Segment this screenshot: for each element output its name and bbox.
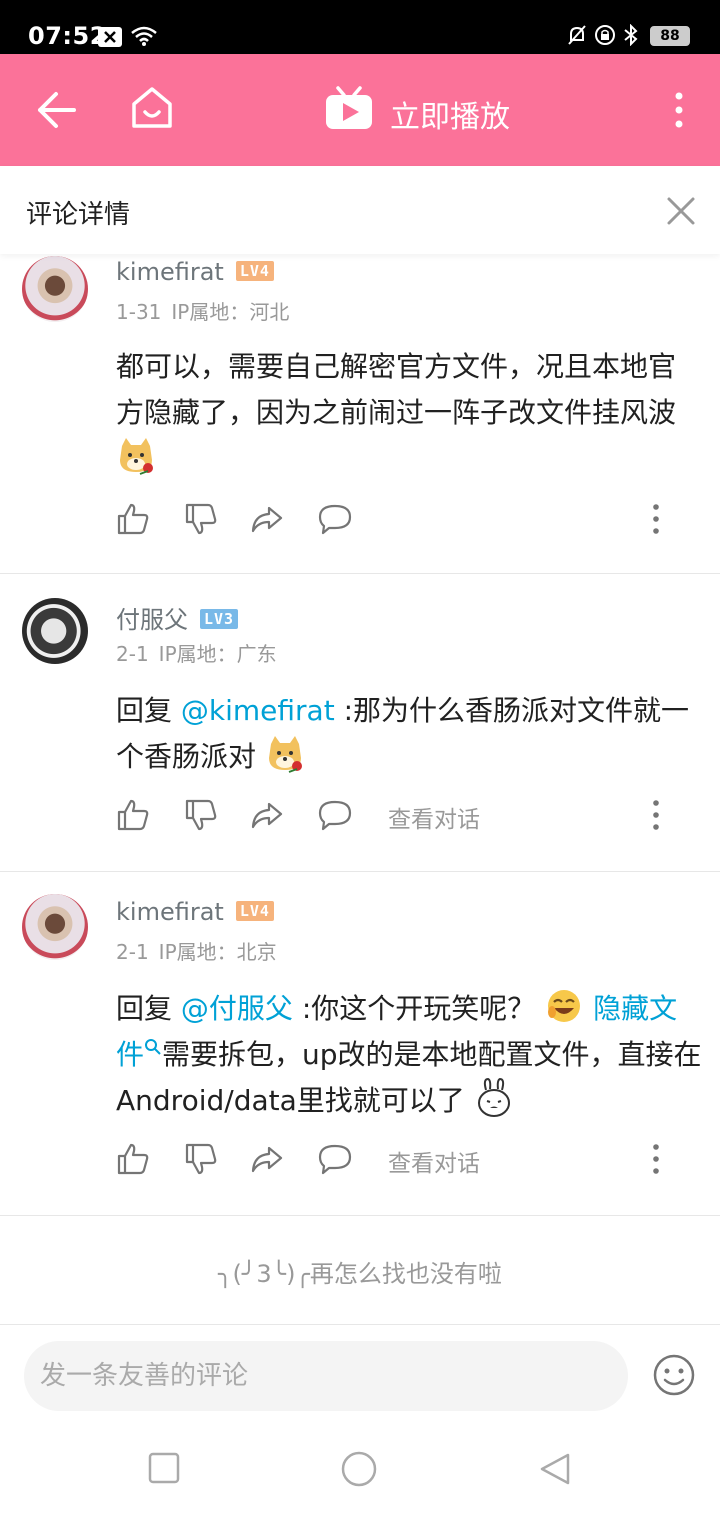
dislike-icon[interactable] — [184, 1142, 218, 1176]
like-icon[interactable] — [116, 502, 150, 536]
comment-meta: 2-1 IP属地：北京 — [116, 936, 277, 965]
mention-link[interactable]: @付服父 — [181, 992, 293, 1025]
divider — [0, 1215, 720, 1216]
status-bar: 07:52 88 — [0, 0, 720, 54]
comment-input-bar: 发一条友善的评论 — [0, 1324, 720, 1424]
end-of-list-message: ╮(╯3╰)╭再怎么找也没有啦 — [218, 1260, 502, 1288]
comment-content: 回复 @kimefirat :那为什么香肠派对文件就一个香肠派对 — [116, 694, 690, 773]
dislike-icon[interactable] — [184, 502, 218, 536]
avatar[interactable] — [22, 598, 88, 664]
level-badge: LV3 — [200, 609, 239, 629]
search-icon[interactable] — [144, 1038, 162, 1056]
play-now-button[interactable]: 立即播放 — [324, 84, 524, 136]
back-nav-icon[interactable] — [538, 1452, 572, 1486]
comment-date: 2-1 — [116, 940, 149, 964]
bunny-icon — [477, 1078, 510, 1117]
username[interactable]: 付服父 LV3 — [116, 600, 239, 635]
doge-rose-icon — [120, 438, 153, 475]
laugh-icon — [548, 990, 581, 1022]
comment-date: 2-1 — [116, 642, 149, 666]
doge-rose-icon — [268, 736, 302, 773]
comment-actions: 查看对话 — [116, 1142, 696, 1182]
emoji-picker-icon[interactable] — [652, 1353, 696, 1397]
recent-apps-icon[interactable] — [148, 1452, 180, 1484]
system-nav-bar — [0, 1424, 720, 1520]
level-badge: LV4 — [235, 261, 274, 281]
comment-meta: 2-1 IP属地：广东 — [116, 638, 277, 667]
avatar[interactable] — [22, 256, 88, 322]
status-time: 07:52 — [28, 22, 107, 50]
bell-muted-icon — [568, 25, 586, 45]
notification-x-icon — [98, 27, 122, 47]
comment-more-icon[interactable] — [646, 502, 666, 536]
reply-icon[interactable] — [318, 1142, 352, 1176]
comment-detail-title: 评论详情 — [26, 200, 131, 230]
mention-link[interactable]: @kimefirat — [181, 694, 335, 727]
close-icon[interactable] — [666, 196, 696, 226]
username[interactable]: kimefirat LV4 — [116, 258, 274, 286]
share-icon[interactable] — [250, 502, 284, 536]
dislike-icon[interactable] — [184, 798, 218, 832]
home-nav-icon[interactable] — [340, 1450, 378, 1488]
comment-input[interactable]: 发一条友善的评论 — [24, 1341, 628, 1411]
home-icon[interactable] — [128, 84, 176, 132]
ip-location: IP属地：北京 — [158, 940, 277, 964]
comment-more-icon[interactable] — [646, 798, 666, 832]
comment-content: 都可以，需要自己解密官方文件，况且本地官方隐藏了，因为之前闹过一阵子改文件挂风波 — [116, 344, 702, 482]
more-vertical-icon[interactable] — [664, 88, 694, 132]
reply-icon[interactable] — [318, 502, 352, 536]
tv-play-icon — [326, 86, 372, 129]
username[interactable]: kimefirat LV4 — [116, 898, 274, 926]
comment-detail-header: 评论详情 — [0, 166, 720, 254]
avatar[interactable] — [22, 894, 88, 960]
like-icon[interactable] — [116, 1142, 150, 1176]
reply-icon[interactable] — [318, 798, 352, 832]
view-conversation-button[interactable]: 查看对话 — [388, 1144, 480, 1178]
play-now-label: 立即播放 — [390, 100, 510, 135]
comment-item: kimefirat LV4 2-1 IP属地：北京 回复 @付服父 :你这个开玩笑呢… — [0, 872, 720, 1216]
comment-item: 付服父 LV3 2-1 IP属地：广东 回复 @kimefirat :那为什么香肠派… — [0, 574, 720, 872]
lock-rotation-icon — [595, 25, 615, 45]
title-bar: 立即播放 — [0, 54, 720, 166]
back-arrow-icon[interactable] — [34, 88, 78, 132]
level-badge: LV4 — [235, 901, 274, 921]
comment-meta: 1-31 IP属地：河北 — [116, 296, 289, 325]
share-icon[interactable] — [250, 1142, 284, 1176]
view-conversation-button[interactable]: 查看对话 — [388, 800, 480, 834]
comment-content: 回复 @付服父 :你这个开玩笑呢？ 隐藏文件 需要拆包，up改的是本地配置文件，… — [116, 986, 702, 1124]
like-icon[interactable] — [116, 798, 150, 832]
ip-location: IP属地：广东 — [158, 642, 277, 666]
battery-indicator: 88 — [650, 26, 690, 46]
ip-location: IP属地：河北 — [171, 300, 290, 324]
comment-actions — [116, 502, 696, 542]
comment-item: kimefirat LV4 1-31 IP属地：河北 都可以，需要自己解密官方文件，… — [0, 254, 720, 574]
bluetooth-icon — [624, 24, 638, 46]
wifi-icon — [131, 26, 157, 46]
comment-date: 1-31 — [116, 300, 162, 324]
comment-actions: 查看对话 — [116, 798, 696, 838]
share-icon[interactable] — [250, 798, 284, 832]
comment-more-icon[interactable] — [646, 1142, 666, 1176]
